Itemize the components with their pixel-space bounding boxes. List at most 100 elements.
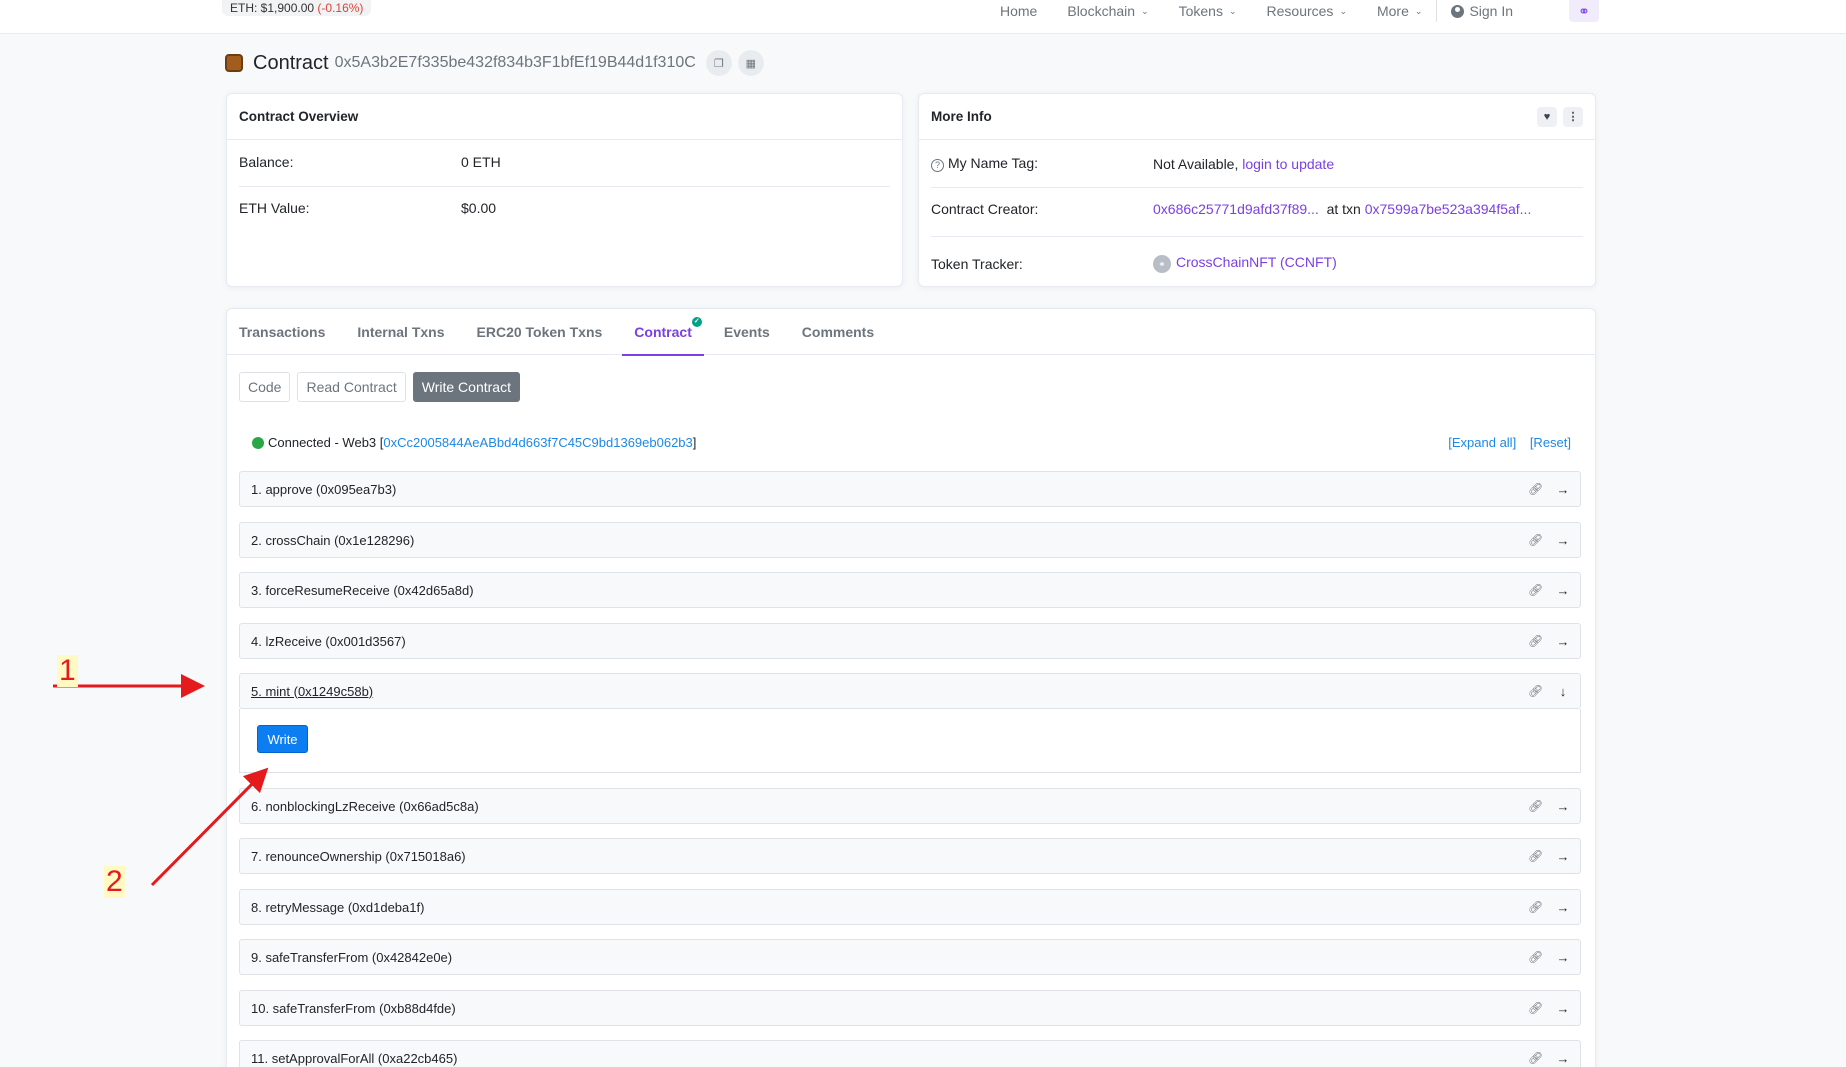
nav-resources[interactable]: Resources ⌄ [1267,3,1347,19]
eth-price-badge: ETH: $1,900.00 (-0.16%) [222,0,372,16]
annotation-label-2: 2 [104,865,125,898]
more-info-card: More Info ♥ ⋮ ? My Name Tag: Not Availabl… [918,93,1596,287]
link-icon[interactable]: 🔗︎ [1528,900,1543,914]
copy-icon[interactable]: ❐ [705,50,732,76]
function-row-safetransferfrom[interactable]: 9. safeTransferFrom (0x42842e0e) 🔗︎ → [239,939,1581,975]
function-row-nonblockinglzreceive[interactable]: 6. nonblockingLzReceive (0x66ad5c8a) 🔗︎ … [239,788,1581,824]
link-icon[interactable]: 🔗︎ [1528,533,1543,547]
tab-erc20-token-txns[interactable]: ERC20 Token Txns [477,309,603,355]
tab-contract[interactable]: Contract ✓ [622,309,704,356]
token-tracker-value: ⚭ CrossChainNFT (CCNFT) [1153,254,1337,273]
balance-label: Balance: [239,154,294,170]
contract-address: 0x5A3b2E7f335be432f834b3F1bfEf19B44d1f31… [334,54,696,71]
sign-in-link[interactable]: Sign In [1451,3,1513,19]
function-row-approve[interactable]: 1. approve (0x095ea7b3) 🔗︎ → [239,471,1581,507]
function-row-renounceownership[interactable]: 7. renounceOwnership (0x715018a6) 🔗︎ → [239,838,1581,874]
contract-subtabs: Code Read Contract Write Contract [239,372,527,402]
read-contract-button[interactable]: Read Contract [297,372,406,402]
arrow-right-icon[interactable]: → [1556,799,1570,814]
contract-tabs-card: Transactions Internal Txns ERC20 Token T… [226,308,1596,1067]
tab-comments[interactable]: Comments [802,309,874,355]
tab-events[interactable]: Events [724,309,770,355]
login-to-update-link[interactable]: login to update [1242,156,1334,172]
more-vertical-icon[interactable]: ⋮ [1563,106,1583,127]
expand-all-link[interactable]: [Expand all] [1448,435,1516,450]
token-tracker-label: Token Tracker: [931,255,1023,272]
arrow-down-icon[interactable]: ↓ [1556,684,1570,699]
connected-address-link[interactable]: 0xCc2005844AeABbd4d663f7C45C9bd1369eb062… [383,435,692,450]
link-icon[interactable]: 🔗︎ [1528,799,1543,813]
divider [931,236,1583,237]
function-name: 4. lzReceive (0x001d3567) [251,633,406,649]
page-title: Contract [253,51,329,74]
function-row-lzreceive[interactable]: 4. lzReceive (0x001d3567) 🔗︎ → [239,623,1581,659]
eth-value-row: ETH Value: $0.00 [239,200,890,216]
link-icon[interactable]: 🔗︎ [1528,849,1543,863]
name-tag-row: ? My Name Tag: Not Available, login to up… [931,155,1583,172]
contract-avatar-icon [225,54,243,72]
verified-check-icon: ✓ [691,317,702,327]
function-row-mint[interactable]: 5. mint (0x1249c58b) 🔗︎ ↓ [239,673,1581,709]
arrow-right-icon[interactable]: → [1556,950,1570,965]
arrow-right-icon[interactable]: → [1556,849,1570,864]
nav-more[interactable]: More ⌄ [1377,3,1422,19]
arrow-right-icon[interactable]: → [1556,1001,1570,1016]
reset-link[interactable]: [Reset] [1530,435,1571,450]
chevron-down-icon: ⌄ [1228,5,1237,16]
write-button[interactable]: Write [257,725,308,753]
link-icon[interactable]: 🔗︎ [1528,634,1543,648]
chevron-down-icon: ⌄ [1141,5,1149,16]
link-icon[interactable]: 🔗︎ [1528,583,1543,597]
creator-address-link[interactable]: 0x686c25771d9afd37f89... [1153,201,1319,217]
arrow-right-icon[interactable]: → [1556,900,1570,915]
link-icon[interactable]: 🔗︎ [1528,1001,1543,1015]
page-heading: Contract 0x5A3b2E7f335be432f834b3F1bfEf1… [225,50,770,76]
function-name: 7. renounceOwnership (0x715018a6) [251,848,466,864]
contract-overview-card: Contract Overview Balance: 0 ETH ETH Val… [226,93,903,287]
mint-function-body: Write [239,709,1581,773]
code-button[interactable]: Code [239,372,291,402]
function-row-forceresumereceive[interactable]: 3. forceResumeReceive (0x42d65a8d) 🔗︎ → [239,572,1581,608]
divider [931,187,1583,188]
tab-bar: Transactions Internal Txns ERC20 Token T… [227,309,1595,356]
function-row-crosschain[interactable]: 2. crossChain (0x1e128296) 🔗︎ → [239,522,1581,558]
link-icon[interactable]: 🔗︎ [1528,1051,1543,1065]
function-name: 2. crossChain (0x1e128296) [251,532,415,548]
token-logo-icon: ⚭ [1153,255,1171,273]
link-icon[interactable]: 🔗︎ [1528,482,1543,496]
arrow-right-icon[interactable]: → [1556,583,1570,598]
heart-icon[interactable]: ♥ [1537,106,1557,127]
nav-tokens[interactable]: Tokens ⌄ [1179,3,1237,19]
function-name: 6. nonblockingLzReceive (0x66ad5c8a) [251,798,479,814]
link-icon[interactable]: 🔗︎ [1528,684,1543,698]
creator-value: 0x686c25771d9afd37f89... at txn 0x7599a7… [1153,201,1532,217]
eth-price-change: (-0.16%) [317,1,364,15]
chain-link-icon[interactable]: ⚭ [1569,0,1599,22]
function-row-safetransferfrom-data[interactable]: 10. safeTransferFrom (0xb88d4fde) 🔗︎ → [239,990,1581,1026]
arrow-right-icon[interactable]: → [1556,482,1570,497]
token-tracker-link[interactable]: CrossChainNFT (CCNFT) [1176,254,1337,270]
function-row-retrymessage[interactable]: 8. retryMessage (0xd1deba1f) 🔗︎ → [239,889,1581,925]
function-name: 11. setApprovalForAll (0xa22cb465) [251,1050,458,1066]
arrow-right-icon[interactable]: → [1556,1051,1570,1066]
tab-transactions[interactable]: Transactions [239,309,325,355]
name-tag-label: ? My Name Tag: [931,155,1153,172]
function-name: 3. forceResumeReceive (0x42d65a8d) [251,582,474,598]
qr-code-icon[interactable]: ▦ [737,50,764,76]
tab-internal-txns[interactable]: Internal Txns [357,309,444,355]
nav-blockchain[interactable]: Blockchain ⌄ [1067,3,1148,19]
web3-connection-status: Connected - Web3 [0xCc2005844AeABbd4d663… [252,435,696,450]
function-name: 1. approve (0x095ea7b3) [251,481,397,497]
arrow-right-icon[interactable]: → [1556,634,1570,649]
contract-creator-row: Contract Creator: 0x686c25771d9afd37f89.… [931,201,1583,217]
write-contract-button[interactable]: Write Contract [412,372,520,402]
creator-txn-link[interactable]: 0x7599a7be523a394f5af... [1365,201,1532,217]
nav-home[interactable]: Home [1000,3,1037,19]
link-icon[interactable]: 🔗︎ [1528,950,1543,964]
chevron-down-icon: ⌄ [1339,5,1347,16]
chevron-down-icon: ⌄ [1414,5,1423,16]
function-row-setapprovalforall[interactable]: 11. setApprovalForAll (0xa22cb465) 🔗︎ → [239,1040,1581,1067]
card-header: More Info ♥ ⋮ [919,94,1595,140]
eth-price: ETH: $1,900.00 [230,1,315,15]
arrow-right-icon[interactable]: → [1556,533,1570,548]
